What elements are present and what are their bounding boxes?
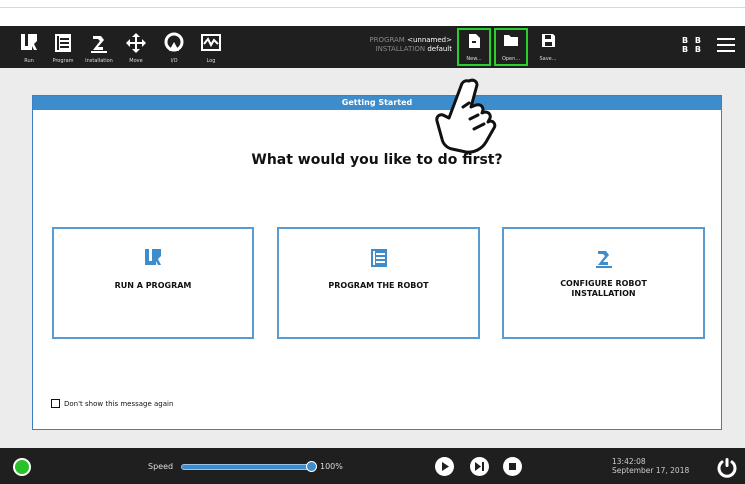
- play-button[interactable]: [435, 457, 454, 476]
- installation-value: default: [427, 45, 452, 53]
- stop-icon: [509, 463, 516, 470]
- program-icon: [370, 249, 387, 267]
- new-label: New...: [466, 56, 482, 62]
- hamburger-menu-icon[interactable]: [717, 38, 735, 56]
- run-program-card[interactable]: RUN A PROGRAM: [52, 227, 254, 339]
- new-button[interactable]: New...: [457, 28, 491, 66]
- configure-line1: CONFIGURE ROBOT: [560, 279, 647, 288]
- dont-show-checkbox[interactable]: Don't show this message again: [51, 399, 173, 408]
- nav-program[interactable]: Program: [44, 28, 82, 66]
- folder-icon: [504, 35, 518, 46]
- step-button[interactable]: [470, 457, 489, 476]
- bb-row2: B B: [682, 45, 703, 54]
- program-icon: [55, 34, 71, 52]
- configure-installation-card[interactable]: CONFIGURE ROBOT INSTALLATION: [502, 227, 705, 339]
- nav-move-label: Move: [129, 58, 143, 64]
- clock-date: September 17, 2018: [612, 466, 690, 475]
- configure-installation-label: CONFIGURE ROBOT INSTALLATION: [504, 279, 703, 299]
- speed-slider-handle[interactable]: [306, 461, 317, 472]
- save-icon: [541, 34, 555, 47]
- new-file-icon: [469, 34, 480, 48]
- move-icon: [126, 33, 146, 53]
- run-program-label: RUN A PROGRAM: [114, 281, 192, 290]
- polyscope-screen: Run Program Installation Move I/O Log PR…: [0, 0, 745, 484]
- program-info: PROGRAM <unnamed> INSTALLATION default: [332, 36, 452, 54]
- io-icon: [164, 32, 184, 52]
- nav-program-label: Program: [52, 58, 74, 64]
- speed-label: Speed: [148, 462, 174, 471]
- nav-io[interactable]: I/O: [155, 28, 193, 66]
- nav-run[interactable]: Run: [10, 28, 48, 66]
- checkbox-box[interactable]: [51, 399, 60, 408]
- log-icon: [201, 34, 221, 51]
- installation-icon: [91, 36, 107, 53]
- work-area: Getting Started What would you like to d…: [0, 68, 745, 448]
- clock-time: 13:42:08: [612, 457, 646, 466]
- power-icon[interactable]: [716, 456, 738, 478]
- robot-arm-icon: [595, 251, 612, 268]
- checkbox-label: Don't show this message again: [64, 399, 174, 408]
- play-icon: [442, 462, 449, 471]
- top-toolbar: Run Program Installation Move I/O Log PR…: [0, 26, 745, 68]
- open-label: Open...: [501, 56, 521, 62]
- stop-button[interactable]: [503, 457, 522, 476]
- speed-slider[interactable]: [181, 464, 313, 470]
- save-label: Save...: [539, 56, 557, 62]
- program-label: PROGRAM: [369, 36, 405, 44]
- top-strip: [0, 0, 745, 8]
- bottom-bar: Speed 100% 13:42:08 September 17, 2018: [0, 448, 745, 484]
- clock: 13:42:08 September 17, 2018: [612, 457, 689, 475]
- ur-logo-icon: [21, 34, 37, 50]
- dialog-title: Getting Started: [33, 96, 721, 110]
- nav-run-label: Run: [24, 58, 34, 64]
- program-robot-card[interactable]: PROGRAM THE ROBOT: [277, 227, 480, 339]
- nav-log-label: Log: [206, 58, 216, 64]
- save-button[interactable]: Save...: [533, 30, 563, 64]
- step-icon: [475, 462, 484, 471]
- nav-move[interactable]: Move: [117, 28, 155, 66]
- nav-installation[interactable]: Installation: [80, 28, 118, 66]
- pointing-hand-icon: [435, 78, 497, 154]
- configure-line2: INSTALLATION: [571, 289, 636, 298]
- bb-row1: B B: [682, 36, 703, 45]
- nav-log[interactable]: Log: [192, 28, 230, 66]
- robot-status-indicator[interactable]: [13, 458, 31, 476]
- ur-logo-icon: [145, 249, 161, 265]
- open-button[interactable]: Open...: [494, 28, 528, 66]
- nav-io-label: I/O: [170, 58, 178, 64]
- getting-started-dialog: Getting Started What would you like to d…: [32, 95, 722, 430]
- program-robot-label: PROGRAM THE ROBOT: [328, 281, 429, 290]
- program-value: <unnamed>: [407, 36, 452, 44]
- nav-installation-label: Installation: [85, 58, 113, 64]
- installation-label: INSTALLATION: [375, 45, 426, 53]
- speed-value: 100%: [320, 462, 343, 471]
- dialog-question: What would you like to do first?: [251, 152, 503, 168]
- bb-indicator: B B B B: [682, 36, 703, 54]
